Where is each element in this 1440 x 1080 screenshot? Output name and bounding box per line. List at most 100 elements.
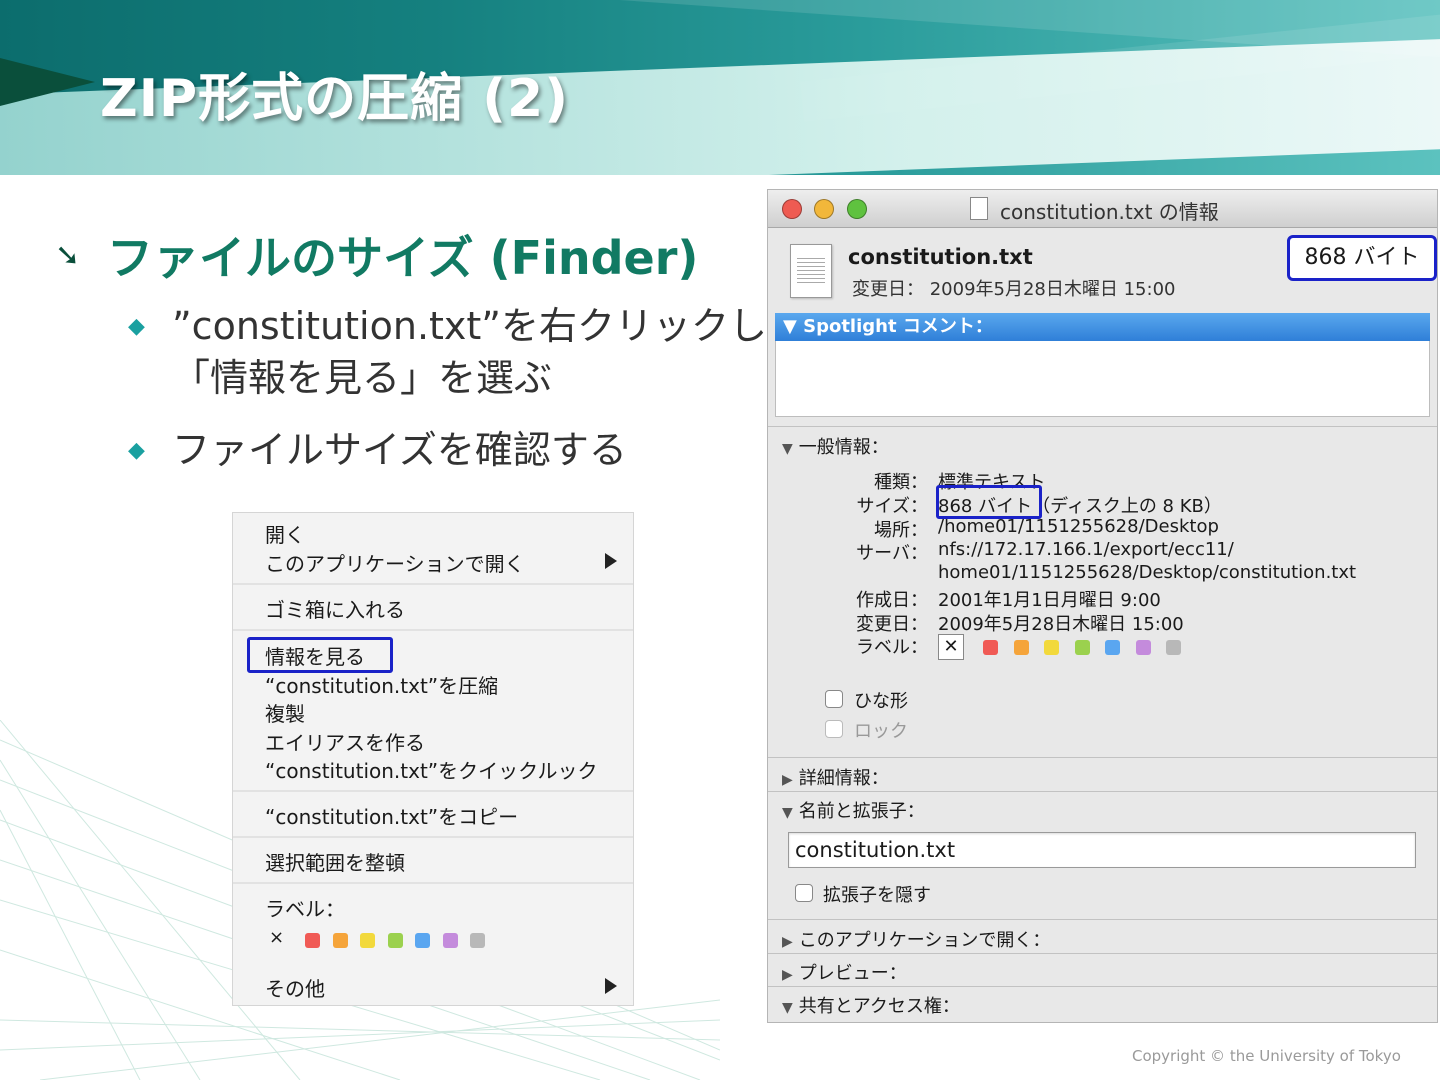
section-separator xyxy=(768,757,1437,758)
label-color-swatch[interactable] xyxy=(387,933,403,948)
created-key: 作成日： xyxy=(856,590,928,611)
bullet-main: ➘ ファイルのサイズ (Finder) xyxy=(55,222,698,288)
menu-separator xyxy=(233,583,633,585)
text-file-icon xyxy=(790,244,832,298)
hide-extension-checkbox[interactable] xyxy=(795,884,813,902)
menu-separator xyxy=(233,790,633,792)
label-color-swatch[interactable] xyxy=(1074,640,1090,655)
server-key: サーバ： xyxy=(856,543,928,564)
bullet-sub-2: ◆ ファイルサイズを確認する xyxy=(128,424,627,476)
disclosure-down-icon: ▼ xyxy=(782,1000,793,1016)
label-color-swatch[interactable] xyxy=(332,933,348,948)
created-value: 2001年1月1日月曜日 9:00 xyxy=(938,590,1161,611)
preview-header[interactable]: ▶ プレビュー： xyxy=(782,959,907,985)
header-swoosh xyxy=(0,58,95,106)
label-color-swatch[interactable] xyxy=(470,933,485,948)
label-color-swatch[interactable] xyxy=(1105,640,1120,655)
general-header[interactable]: ▼ 一般情報： xyxy=(782,433,889,459)
disclosure-right-icon: ▶ xyxy=(782,934,793,950)
bullet-arrow-icon: ➘ xyxy=(55,237,81,273)
copyright: Copyright © the University of Tokyo xyxy=(1132,1047,1401,1065)
menu-item-other[interactable]: その他 xyxy=(265,973,325,1002)
where-value: /home01/1151255628/Desktop xyxy=(938,516,1219,537)
name-ext-label: 名前と拡張子： xyxy=(798,801,925,822)
label-color-swatch[interactable] xyxy=(360,933,375,948)
label-color-swatch[interactable] xyxy=(1044,640,1059,655)
label-clear-icon[interactable]: × xyxy=(269,927,284,948)
menu-item-trash[interactable]: ゴミ箱に入れる xyxy=(265,594,405,623)
bullet-sub-1-line1: ”constitution.txt”を右クリックし， xyxy=(172,304,805,348)
file-name: constitution.txt xyxy=(848,245,1033,269)
menu-item-open[interactable]: 開く xyxy=(265,519,305,548)
label-color-swatch[interactable] xyxy=(442,933,458,948)
label-clear-button[interactable]: ✕ xyxy=(938,634,964,660)
kind-key: 種類： xyxy=(874,472,928,493)
section-separator xyxy=(768,953,1437,954)
label-color-swatch[interactable] xyxy=(1166,640,1181,655)
name-ext-header[interactable]: ▼ 名前と拡張子： xyxy=(782,797,925,823)
label-color-swatch[interactable] xyxy=(983,640,998,655)
titlebar: constitution.txt の情報 xyxy=(768,190,1437,228)
info-window: constitution.txt の情報 constitution.txt 変更… xyxy=(767,189,1438,1023)
window-title: constitution.txt の情報 xyxy=(1000,200,1219,224)
section-separator xyxy=(768,426,1437,427)
bullet-sub-2-text: ファイルサイズを確認する xyxy=(172,428,627,472)
submenu-arrow-icon xyxy=(605,978,617,994)
server-value-2: home01/1151255628/Desktop/constitution.t… xyxy=(938,562,1357,583)
bullet-main-text: ファイルのサイズ (Finder) xyxy=(107,231,699,285)
locked-checkbox[interactable] xyxy=(825,720,843,738)
sharing-label: 共有とアクセス権： xyxy=(798,996,960,1017)
general-header-label: 一般情報： xyxy=(798,437,889,458)
menu-label-heading: ラベル： xyxy=(265,897,345,921)
locked-label: ロック xyxy=(854,721,908,742)
menu-item-compress[interactable]: “constitution.txt”を圧縮 xyxy=(265,670,498,699)
more-info-header[interactable]: ▶ 詳細情報： xyxy=(782,764,889,790)
disclosure-down-icon: ▼ xyxy=(782,805,793,821)
menu-separator xyxy=(233,629,633,631)
menu-item-get-info[interactable]: 情報を見る xyxy=(265,641,365,670)
context-menu: 開く このアプリケーションで開く ゴミ箱に入れる 情報を見る “constitu… xyxy=(232,512,634,1006)
close-button[interactable] xyxy=(782,199,802,219)
open-with-label: このアプリケーションで開く： xyxy=(798,930,1051,951)
open-with-header[interactable]: ▶ このアプリケーションで開く： xyxy=(782,926,1050,952)
server-value-1: nfs://172.17.166.1/export/ecc11/ xyxy=(938,539,1234,560)
more-info-label: 詳細情報： xyxy=(798,768,889,789)
menu-item-copy[interactable]: “constitution.txt”をコピー xyxy=(265,801,518,830)
sharing-header[interactable]: ▼ 共有とアクセス権： xyxy=(782,992,960,1018)
minimize-button[interactable] xyxy=(814,199,834,219)
menu-item-open-with[interactable]: このアプリケーションで開く xyxy=(265,548,525,577)
submenu-arrow-icon xyxy=(605,553,617,569)
bullet-diamond-icon: ◆ xyxy=(128,314,145,339)
disclosure-right-icon: ▶ xyxy=(782,772,793,788)
size-on-disk: （ディスク上の 8 KB） xyxy=(1032,496,1222,517)
bullet-sub-1-line2: 「情報を見る」を選ぶ xyxy=(172,356,553,400)
general-info: 種類： 標準テキスト サイズ： 868 バイト（ディスク上の 8 KB） 場所：… xyxy=(768,466,1437,666)
menu-item-duplicate[interactable]: 複製 xyxy=(265,698,305,727)
stationery-checkbox[interactable] xyxy=(825,690,843,708)
section-separator xyxy=(768,791,1437,792)
name-field[interactable]: constitution.txt xyxy=(788,832,1416,868)
label-color-swatch[interactable] xyxy=(1135,640,1151,655)
spotlight-comment-field[interactable] xyxy=(775,341,1430,417)
disclosure-down-icon: ▼ xyxy=(782,441,793,457)
bullet-sub-1: ◆ ”constitution.txt”を右クリックし， 「情報を見る」を選ぶ xyxy=(128,300,805,404)
label-color-swatch[interactable] xyxy=(1013,640,1029,655)
size-badge: 868 バイト xyxy=(1287,235,1437,281)
menu-item-quick-look[interactable]: “constitution.txt”をクイックルック xyxy=(265,755,598,784)
bullet-sub-1-text: ”constitution.txt”を右クリックし， 「情報を見る」を選ぶ xyxy=(172,300,805,404)
bullet-diamond-icon: ◆ xyxy=(128,438,145,463)
menu-separator xyxy=(233,836,633,838)
spotlight-header[interactable]: ▼ Spotlight コメント： xyxy=(775,313,1430,341)
label-key: ラベル： xyxy=(856,637,928,658)
modified-value: 2009年5月28日木曜日 15:00 xyxy=(938,614,1184,635)
menu-item-clean-up[interactable]: 選択範囲を整頓 xyxy=(265,847,405,876)
disclosure-right-icon: ▶ xyxy=(782,967,793,983)
menu-item-make-alias[interactable]: エイリアスを作る xyxy=(265,727,425,756)
label-color-swatch[interactable] xyxy=(415,933,430,948)
document-icon xyxy=(970,197,988,220)
section-separator xyxy=(768,986,1437,987)
label-color-swatch[interactable] xyxy=(305,933,320,948)
menu-separator xyxy=(233,882,633,884)
preview-label: プレビュー： xyxy=(798,963,907,984)
zoom-button[interactable] xyxy=(847,199,867,219)
